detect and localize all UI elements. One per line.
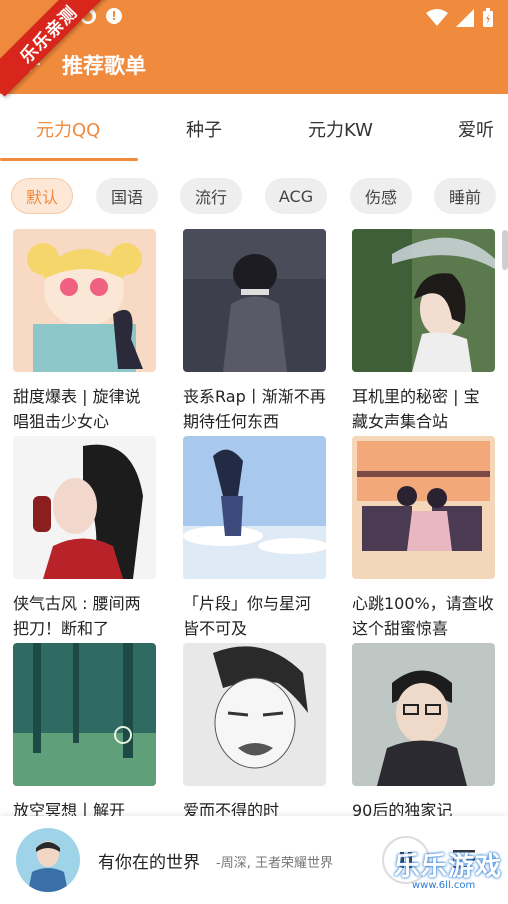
playlist-card[interactable]: 心跳100%，请查收这个甜蜜惊喜	[352, 436, 495, 641]
chip-bedtime[interactable]: 睡前	[434, 178, 496, 214]
alert-icon: !	[106, 8, 122, 24]
playlist-card[interactable]: 甜度爆表 | 旋律说唱狙击少女心	[13, 229, 156, 434]
tab-yuanli-kw[interactable]: 元力KW	[308, 116, 373, 142]
album-art[interactable]	[16, 828, 80, 892]
app-toolbar: 推荐歌单	[0, 34, 508, 94]
playlist-grid: 甜度爆表 | 旋律说唱狙击少女心 丧系Rap丨渐渐不再期待任何东西 耳机里的秘密…	[0, 228, 508, 816]
category-chips: 默认 国语 流行 ACG 伤感 睡前	[0, 162, 508, 228]
playlist-card[interactable]: 放空冥想丨解开	[13, 643, 156, 816]
now-playing-song: 有你在的世界	[98, 853, 200, 873]
site-watermark: 乐乐游戏	[394, 852, 503, 882]
chip-mandarin[interactable]: 国语	[96, 178, 158, 214]
playlist-title: 90后的独家记	[352, 801, 453, 816]
playlist-card[interactable]: 耳机里的秘密 | 宝藏女声集合站	[352, 229, 495, 434]
playlist-title: 放空冥想丨解开	[13, 801, 126, 816]
source-tabs: 元力QQ 种子 元力KW 爱听	[0, 94, 508, 162]
playlist-title: 甜度爆表 | 旋律说唱狙击少女心	[13, 387, 141, 431]
chip-pop[interactable]: 流行	[180, 178, 242, 214]
chip-sad[interactable]: 伤感	[350, 178, 412, 214]
scrollbar-thumb[interactable]	[502, 230, 508, 270]
playlist-title: 耳机里的秘密 | 宝藏女声集合站	[352, 387, 480, 431]
playlist-cover	[352, 229, 495, 372]
page-title: 推荐歌单	[62, 54, 146, 78]
playlist-title: 爱而不得的时	[183, 801, 280, 816]
status-right-icons	[426, 8, 494, 28]
chip-acg[interactable]: ACG	[265, 178, 327, 214]
tab-zhongzi[interactable]: 种子	[186, 116, 222, 142]
playlist-cover	[183, 229, 326, 372]
tab-yuanli-qq[interactable]: 元力QQ	[36, 116, 100, 142]
now-playing-artist: -周深, 王者荣耀世界	[216, 856, 333, 871]
playlist-cover	[352, 643, 495, 786]
playlist-title: 丧系Rap丨渐渐不再期待任何东西	[183, 387, 326, 431]
playlist-cover	[183, 436, 326, 579]
signal-icon	[456, 9, 474, 27]
playlist-cover	[13, 643, 156, 786]
wifi-icon	[426, 9, 448, 26]
playlist-cover	[352, 436, 495, 579]
site-watermark-url: www.6ll.com	[412, 880, 476, 891]
playlist-card[interactable]: 爱而不得的时	[183, 643, 326, 816]
playlist-card[interactable]: 侠气古风 : 腰间两把刀！断和了	[13, 436, 156, 641]
playlist-title: 心跳100%，请查收这个甜蜜惊喜	[352, 594, 494, 638]
playlist-title: 侠气古风 : 腰间两把刀！断和了	[13, 594, 141, 638]
playlist-card[interactable]: 丧系Rap丨渐渐不再期待任何东西	[183, 229, 326, 434]
tab-aiting[interactable]: 爱听	[458, 116, 494, 142]
playlist-cover	[13, 436, 156, 579]
playlist-title: 「片段」你与星河皆不可及	[183, 594, 312, 638]
chip-default[interactable]: 默认	[11, 178, 73, 214]
playlist-card[interactable]: 「片段」你与星河皆不可及	[183, 436, 326, 641]
playlist-card[interactable]: 90后的独家记	[352, 643, 495, 816]
playlist-cover	[13, 229, 156, 372]
battery-icon	[483, 8, 493, 27]
playlist-cover	[183, 643, 326, 786]
tab-indicator	[0, 158, 138, 161]
